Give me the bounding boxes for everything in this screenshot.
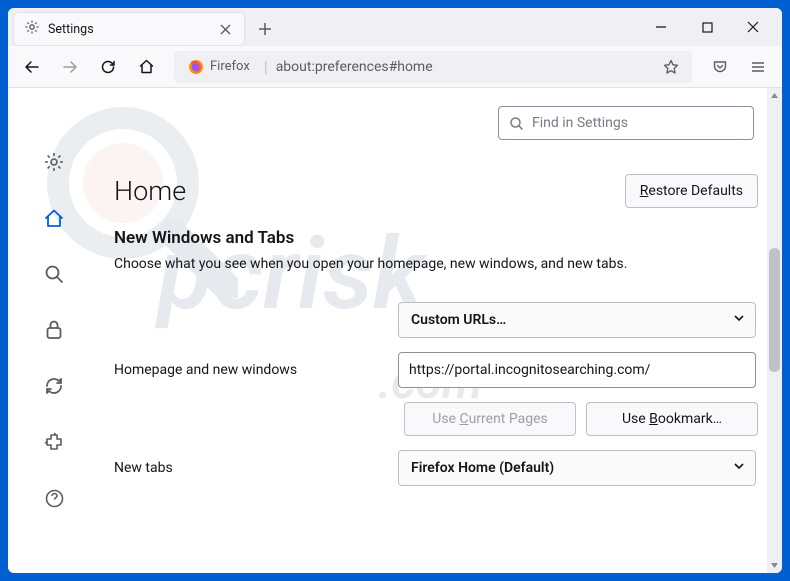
- site-identity[interactable]: Firefox: [182, 57, 256, 77]
- sidebar-sync[interactable]: [40, 372, 68, 400]
- sidebar-home[interactable]: [40, 204, 68, 232]
- select-value: Firefox Home (Default): [411, 460, 554, 476]
- search-icon: [509, 116, 524, 131]
- chevron-down-icon: [733, 460, 745, 476]
- find-in-settings[interactable]: [498, 106, 754, 140]
- homepage-url-input[interactable]: [398, 352, 756, 388]
- sidebar-extensions[interactable]: [40, 428, 68, 456]
- homepage-select-row: Custom URLs…: [114, 302, 758, 338]
- identity-label: Firefox: [210, 59, 250, 74]
- search-settings-input[interactable]: [532, 115, 743, 131]
- browser-window: pcrisk .com Settings: [8, 8, 782, 573]
- tab-title: Settings: [48, 22, 208, 37]
- homepage-label: Homepage and new windows: [114, 362, 382, 378]
- scroll-down-icon[interactable]: [767, 558, 782, 573]
- content-area: Home Restore Defaults New Windows and Ta…: [8, 88, 782, 573]
- url-text[interactable]: about:preferences#home: [276, 59, 650, 75]
- close-window-button[interactable]: [730, 8, 776, 46]
- newtabs-label: New tabs: [114, 460, 382, 476]
- maximize-button[interactable]: [684, 8, 730, 46]
- newtabs-select[interactable]: Firefox Home (Default): [398, 450, 756, 486]
- new-tabs-row: New tabs Firefox Home (Default): [114, 450, 758, 486]
- sidebar-search[interactable]: [40, 260, 68, 288]
- minimize-button[interactable]: [638, 8, 684, 46]
- reload-button[interactable]: [92, 51, 124, 83]
- sidebar: [8, 88, 100, 573]
- homepage-buttons: Use Current Pages Use Bookmark…: [114, 402, 758, 436]
- page-title: Home: [114, 175, 186, 207]
- sidebar-privacy[interactable]: [40, 316, 68, 344]
- homepage-mode-select[interactable]: Custom URLs…: [398, 302, 756, 338]
- tab-strip: Settings: [8, 8, 782, 46]
- gear-icon: [24, 19, 40, 39]
- chevron-down-icon: [733, 312, 745, 328]
- section-description: Choose what you see when you open your h…: [114, 256, 758, 272]
- use-current-pages-button[interactable]: Use Current Pages: [404, 402, 576, 436]
- close-icon[interactable]: [216, 20, 234, 38]
- new-tab-button[interactable]: [250, 14, 280, 44]
- address-bar[interactable]: Firefox | about:preferences#home: [174, 51, 692, 83]
- use-bookmark-button[interactable]: Use Bookmark…: [586, 402, 758, 436]
- section-title: New Windows and Tabs: [114, 228, 758, 248]
- toolbar-home-button[interactable]: [130, 51, 162, 83]
- scroll-up-icon[interactable]: [767, 88, 782, 103]
- title-row: Home Restore Defaults: [114, 174, 758, 208]
- main-panel: Home Restore Defaults New Windows and Ta…: [100, 88, 782, 573]
- bookmark-button[interactable]: [658, 54, 684, 80]
- pocket-button[interactable]: [704, 51, 736, 83]
- sidebar-general[interactable]: [40, 148, 68, 176]
- restore-defaults-button[interactable]: Restore Defaults: [625, 174, 758, 208]
- tab-settings[interactable]: Settings: [14, 13, 244, 45]
- back-button[interactable]: [16, 51, 48, 83]
- select-value: Custom URLs…: [411, 312, 506, 328]
- sidebar-help[interactable]: [40, 484, 68, 512]
- homepage-url-row: Homepage and new windows: [114, 352, 758, 388]
- forward-button[interactable]: [54, 51, 86, 83]
- app-menu-button[interactable]: [742, 51, 774, 83]
- scrollbar[interactable]: [767, 88, 782, 573]
- firefox-icon: [188, 59, 204, 75]
- toolbar: Firefox | about:preferences#home: [8, 46, 782, 88]
- scroll-thumb[interactable]: [769, 248, 780, 372]
- window-controls: [638, 8, 776, 46]
